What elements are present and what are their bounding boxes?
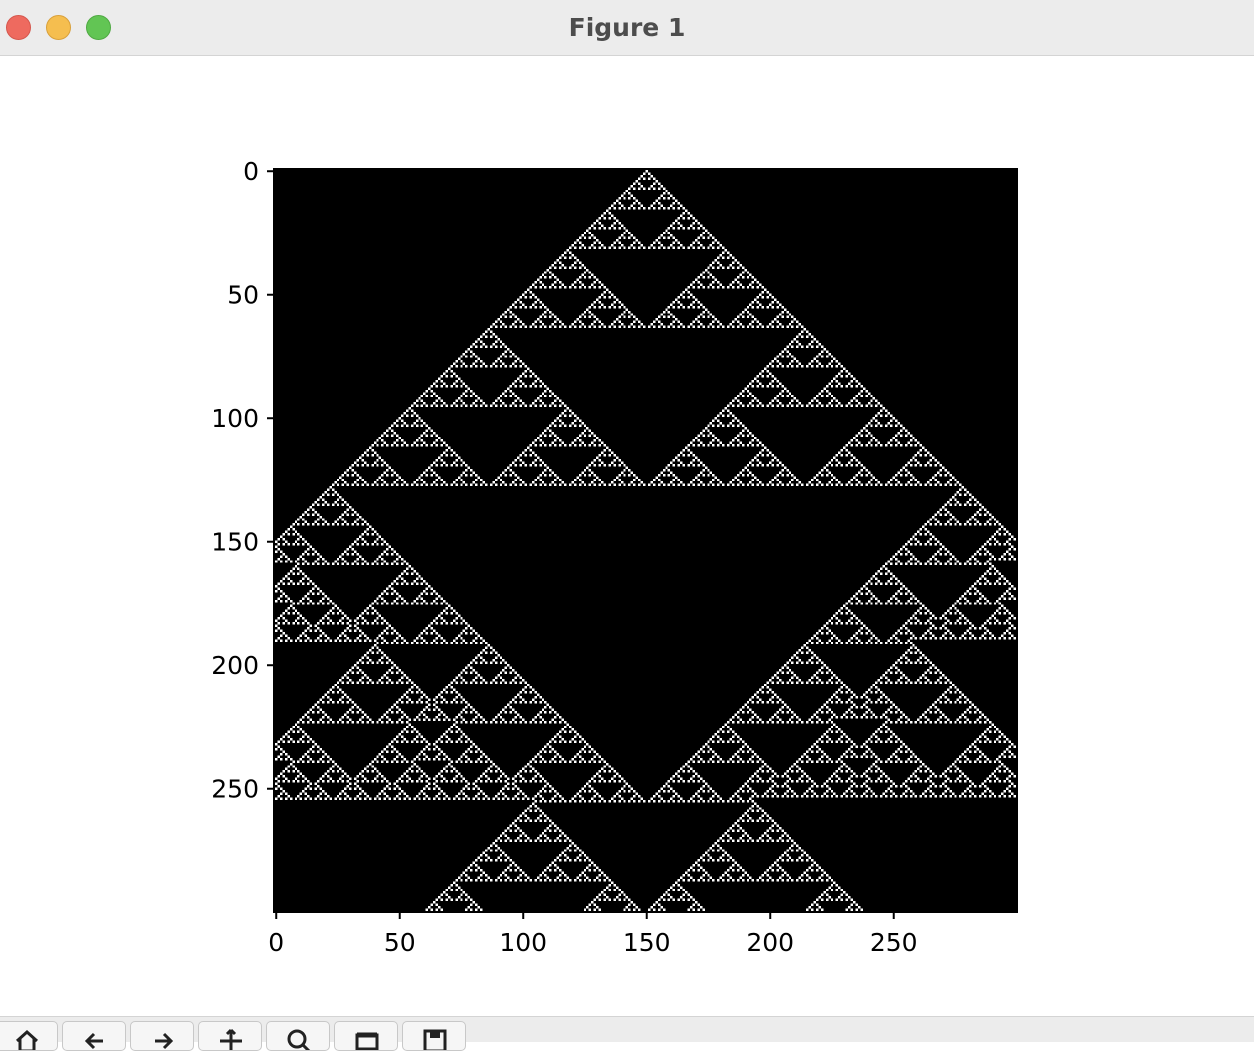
configure-subplots-icon xyxy=(355,1032,379,1050)
window-titlebar: Figure 1 xyxy=(0,0,1254,56)
home-icon xyxy=(15,1029,39,1050)
pan-button[interactable] xyxy=(198,1021,262,1051)
configure-subplots-button[interactable] xyxy=(334,1021,398,1051)
x-tick-label: 100 xyxy=(499,928,547,957)
x-tick-label: 50 xyxy=(384,928,416,957)
back-button[interactable] xyxy=(62,1021,126,1051)
zoom-icon xyxy=(287,1029,311,1050)
y-tick-label: 250 xyxy=(211,775,259,804)
y-tick-label: 0 xyxy=(243,157,259,186)
home-button[interactable] xyxy=(0,1021,58,1051)
save-button[interactable] xyxy=(402,1021,466,1051)
navigation-toolbar xyxy=(0,1016,1254,1051)
zoom-button[interactable] xyxy=(266,1021,330,1051)
x-tick-label: 250 xyxy=(870,928,918,957)
window-title: Figure 1 xyxy=(568,13,686,42)
save-icon xyxy=(423,1029,447,1050)
y-tick-label: 150 xyxy=(211,528,259,557)
figure-canvas[interactable]: 0 50 100 150 200 250 0 50 100 150 200 250 xyxy=(0,57,1254,1016)
x-tick-label: 200 xyxy=(746,928,794,957)
forward-arrow-icon xyxy=(155,1032,174,1050)
back-arrow-icon xyxy=(84,1032,103,1050)
x-tick-label: 150 xyxy=(623,928,671,957)
y-tick-label: 100 xyxy=(211,404,259,433)
pan-icon xyxy=(220,1028,242,1050)
forward-button[interactable] xyxy=(130,1021,194,1051)
y-tick-label: 50 xyxy=(227,281,259,310)
y-tick-label: 200 xyxy=(211,651,259,680)
cellular-automaton-image xyxy=(275,170,1016,911)
x-tick-label: 0 xyxy=(268,928,284,957)
